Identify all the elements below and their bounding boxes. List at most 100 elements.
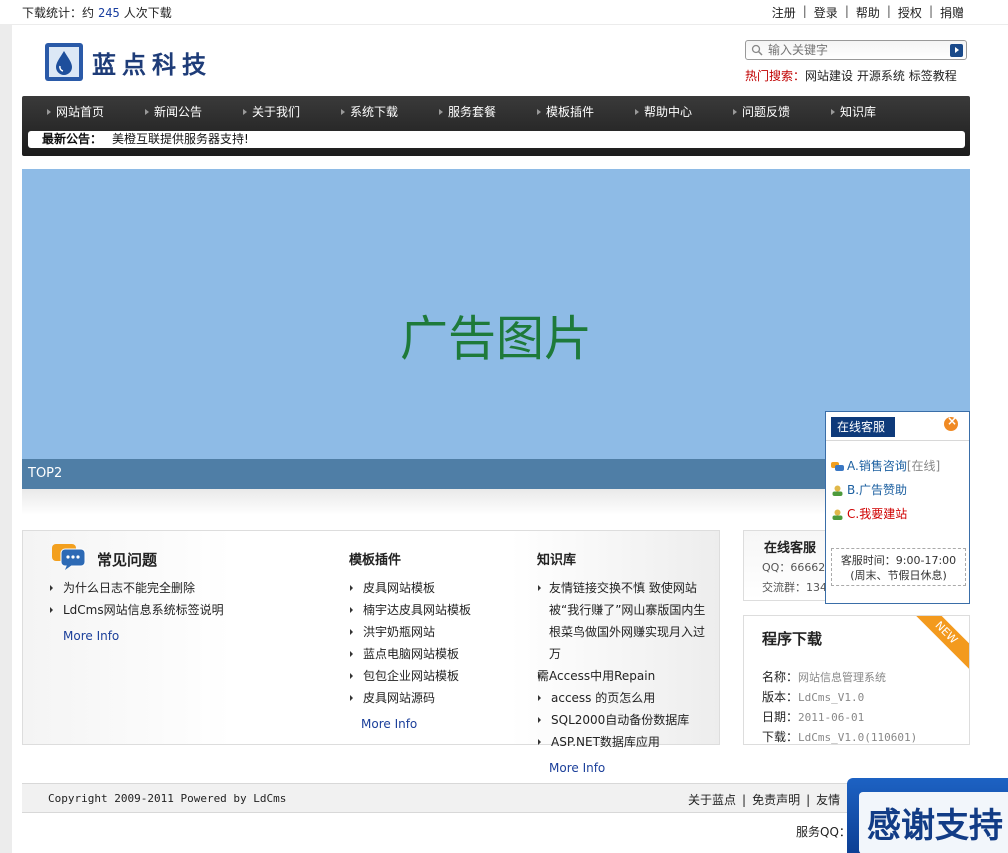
download-row-label: 日期： (762, 710, 799, 724)
plugins-title: 模板插件 (349, 553, 402, 568)
login-link[interactable]: 登录 (814, 4, 838, 21)
thanks-badge[interactable]: 感谢支持 (847, 778, 1008, 853)
hot-search: 热门搜索：网站建设 开源系统 标签教程 (745, 67, 957, 84)
footer-link-disclaimer[interactable]: 免责声明 (752, 793, 800, 807)
license-link[interactable]: 授权 (898, 4, 922, 21)
hot-search-label: 热门搜索： (745, 69, 806, 83)
download-stat: 下载统计：约 245 人次下载 (22, 4, 172, 21)
list-item[interactable]: 包包企业网站模板 (349, 665, 471, 687)
list-item[interactable]: 洪宇奶瓶网站 (349, 621, 471, 643)
nav-item-home[interactable]: 网站首页 (22, 96, 120, 128)
download-row-value: LdCms_V1.0(110601) (798, 731, 918, 744)
nav-label: 模板插件 (546, 105, 595, 119)
footer-link-about[interactable]: 关于蓝点 (688, 793, 736, 807)
hot-keyword[interactable]: 网站建设 (805, 69, 853, 83)
faq-column: 常见问题 为什么日志不能完全删除 LdCms网站信息系统标签说明 More In… (49, 549, 224, 643)
user-icon (832, 485, 843, 496)
nav-item-kb[interactable]: 知识库 (806, 96, 904, 128)
download-row: 日期：2011-06-01 (762, 708, 864, 725)
nav-label: 问题反馈 (742, 105, 791, 119)
service-group: 交流群：134 (762, 581, 827, 594)
download-row-label: 名称： (762, 670, 799, 684)
faq-list: 为什么日志不能完全删除 LdCms网站信息系统标签说明 (49, 577, 224, 621)
list-item[interactable]: 友情链接交换不慎 致使网站被“我行赚了”网山寨版国内生根菜鸟做国外网赚实现月入过… (537, 577, 713, 665)
kb-column: 知识库 友情链接交换不慎 致使网站被“我行赚了”网山寨版国内生根菜鸟做国外网赚实… (537, 549, 713, 775)
user-icon (832, 509, 843, 520)
popup-title: 在线客服 (831, 417, 895, 437)
stat-prefix: 下载统计：约 (22, 6, 95, 20)
plugins-column: 模板插件 皮具网站模板 楠宇达皮具网站模板 洪宇奶瓶网站 蓝点电脑网站模板 包包… (349, 549, 471, 731)
ad-placeholder-text: 广告图片 (399, 311, 592, 367)
list-item[interactable]: 蓝点电脑网站模板 (349, 643, 471, 665)
download-title: 程序下载 (762, 630, 823, 648)
download-row-value: 网站信息管理系统 (798, 671, 887, 684)
service-hours: 客服时间：9:00-17:00 (周末、节假日休息) (831, 548, 966, 586)
new-badge: NEW (907, 616, 969, 672)
nav-label: 服务套餐 (448, 105, 497, 119)
nav-label: 网站首页 (56, 105, 105, 119)
popup-entry-label: A.销售咨询 (847, 459, 907, 473)
list-item[interactable]: 楠宇达皮具网站模板 (349, 599, 471, 621)
nav-item-services[interactable]: 服务套餐 (414, 96, 512, 128)
nav-label: 新闻公告 (154, 105, 203, 119)
search-submit-button[interactable] (950, 44, 963, 57)
list-item[interactable]: access 的页怎么用 (537, 687, 713, 709)
hot-keyword[interactable]: 开源系统 (857, 69, 905, 83)
faq-more-link[interactable]: More Info (49, 629, 224, 643)
separator: | (844, 4, 849, 18)
download-row: 名称：网站信息管理系统 (762, 668, 886, 685)
kb-title: 知识库 (537, 553, 577, 568)
separator: | (806, 793, 811, 807)
footer-link-friends[interactable]: 友情 (816, 793, 840, 807)
nav-label: 系统下载 (350, 105, 399, 119)
donate-link[interactable]: 捐赠 (940, 4, 964, 21)
nav-item-about[interactable]: 关于我们 (218, 96, 316, 128)
separator: | (802, 4, 807, 18)
popup-entry-label: C.我要建站 (847, 507, 908, 521)
download-row[interactable]: 下载：LdCms_V1.0(110601) (762, 728, 918, 744)
list-item[interactable]: 为什么日志不能完全删除 (49, 577, 224, 599)
thanks-text: 感谢支持 (867, 806, 1003, 846)
logo-title[interactable]: 蓝点科技 (92, 45, 212, 80)
list-item[interactable]: ASP.NET数据库应用 (537, 731, 713, 753)
nav-item-templates[interactable]: 模板插件 (512, 96, 610, 128)
nav-label: 知识库 (840, 105, 877, 119)
help-link[interactable]: 帮助 (856, 4, 880, 21)
hot-keyword[interactable]: 标签教程 (909, 69, 957, 83)
search-box (745, 40, 967, 60)
popup-entry-ads[interactable]: B.广告赞助 (831, 481, 907, 498)
download-row-value: 2011-06-01 (798, 711, 865, 724)
close-icon[interactable] (944, 414, 958, 431)
online-status: [在线] (906, 459, 941, 473)
list-item[interactable]: LdCms网站信息系统标签说明 (49, 599, 224, 621)
download-panel: 程序下载 NEW 名称：网站信息管理系统 版本：LdCms_V1.0 日期：20… (743, 615, 970, 745)
search-input[interactable] (768, 42, 938, 58)
nav-item-download[interactable]: 系统下载 (316, 96, 414, 128)
plugins-more-link[interactable]: More Info (349, 717, 471, 731)
nav-item-feedback[interactable]: 问题反馈 (708, 96, 806, 128)
stat-count: 245 (98, 6, 120, 20)
separator: | (928, 4, 933, 18)
nav-item-news[interactable]: 新闻公告 (120, 96, 218, 128)
list-item[interactable]: SQL2000自动备份数据库 (537, 709, 713, 731)
service-panel-title: 在线客服 (764, 541, 817, 556)
content-panel: 常见问题 为什么日志不能完全删除 LdCms网站信息系统标签说明 More In… (22, 530, 720, 775)
register-link[interactable]: 注册 (772, 4, 796, 21)
nav-item-help[interactable]: 帮助中心 (610, 96, 708, 128)
list-item[interactable]: 皮具网站源码 (349, 687, 471, 709)
separator: | (886, 4, 891, 18)
notice-label: 最新公告： (42, 132, 103, 146)
main-nav: 网站首页 新闻公告 关于我们 系统下载 服务套餐 模板插件 帮助中心 问题反馈 … (22, 96, 970, 156)
kb-list: 友情链接交换不慎 致使网站被“我行赚了”网山寨版国内生根菜鸟做国外网赚实现月入过… (537, 577, 713, 753)
list-item[interactable]: 皮具网站模板 (349, 577, 471, 599)
kb-more-link[interactable]: More Info (537, 761, 713, 775)
popup-entry-build[interactable]: C.我要建站 (831, 505, 907, 522)
popup-entry-sales[interactable]: A.销售咨询[在线] (831, 457, 940, 474)
list-item[interactable]: 需Access中用Repain (537, 665, 713, 687)
footer-links: 关于蓝点 | 免责声明 | 友情 (688, 791, 840, 808)
download-row: 版本：LdCms_V1.0 (762, 688, 864, 705)
logo-icon[interactable] (44, 42, 84, 82)
plugins-list: 皮具网站模板 楠宇达皮具网站模板 洪宇奶瓶网站 蓝点电脑网站模板 包包企业网站模… (349, 577, 471, 709)
notice-link[interactable]: 美橙互联提供服务器支持! (112, 132, 249, 146)
download-row-value: LdCms_V1.0 (798, 691, 865, 704)
